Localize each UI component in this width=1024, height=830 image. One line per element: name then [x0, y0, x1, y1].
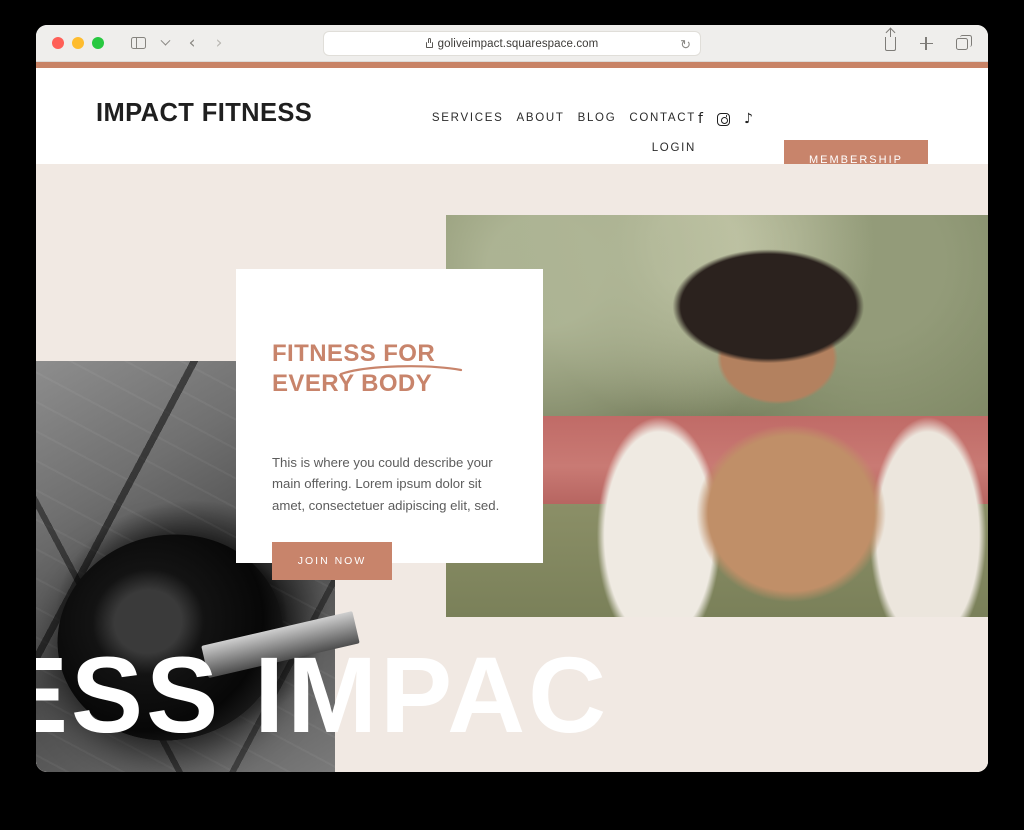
tab-overview-icon[interactable] — [950, 32, 974, 56]
tiktok-icon[interactable]: ♪ — [744, 112, 753, 126]
share-icon[interactable] — [878, 27, 902, 56]
underline-swoosh-icon — [339, 365, 463, 376]
web-page: IMPACT FITNESS SERVICES ABOUT BLOG CONTACT L… — [36, 62, 988, 772]
hero-card: FITNESS FOR EVERY BODY This is where you… — [236, 269, 543, 581]
nav-item-blog[interactable]: BLOG — [578, 112, 617, 124]
hero-title: FITNESS FOR EVERY BODY — [272, 309, 507, 430]
nav-item-about[interactable]: ABOUT — [516, 112, 564, 124]
chrome-right-controls — [878, 25, 974, 62]
back-button[interactable]: ‹ — [180, 31, 204, 55]
url-text: goliveimpact.squarespace.com — [437, 37, 599, 50]
reload-icon[interactable]: ↻ — [680, 37, 691, 53]
screenshot-stage: ‹ › goliveimpact.squarespace.com ↻ IMPAC… — [0, 0, 1024, 830]
nav-item-login[interactable]: LOGIN — [652, 142, 696, 154]
nav-item-services[interactable]: SERVICES — [432, 112, 504, 124]
browser-window: ‹ › goliveimpact.squarespace.com ↻ IMPAC… — [36, 25, 988, 772]
marquee-text: ESS IMPAC — [36, 633, 610, 755]
maximize-window-button[interactable] — [92, 37, 104, 49]
url-text-wrapper: goliveimpact.squarespace.com — [425, 37, 599, 50]
photo-subject — [554, 247, 988, 617]
forward-icon: › — [215, 32, 223, 53]
chrome-nav-controls: ‹ › — [126, 31, 231, 55]
social-links: f ♪ — [698, 112, 753, 126]
plus-icon[interactable] — [914, 32, 938, 56]
chevron-down-icon[interactable] — [153, 31, 177, 55]
marquee-banner: ESS IMPAC — [36, 617, 988, 772]
primary-nav: SERVICES ABOUT BLOG CONTACT LOGIN — [406, 102, 696, 161]
traffic-lights — [52, 37, 104, 49]
lock-icon — [425, 37, 433, 48]
forward-button[interactable]: › — [207, 31, 231, 55]
address-bar[interactable]: goliveimpact.squarespace.com ↻ — [323, 31, 701, 56]
sidebar-toggle-icon[interactable] — [126, 31, 150, 55]
browser-chrome: ‹ › goliveimpact.squarespace.com ↻ — [36, 25, 988, 62]
site-logo[interactable]: IMPACT FITNESS — [96, 99, 312, 128]
instagram-icon[interactable] — [716, 112, 730, 126]
close-window-button[interactable] — [52, 37, 64, 49]
hero-body-text: This is where you could describe your ma… — [272, 454, 500, 513]
facebook-icon[interactable]: f — [698, 112, 703, 126]
site-header: IMPACT FITNESS SERVICES ABOUT BLOG CONTACT L… — [36, 68, 988, 179]
back-icon: ‹ — [188, 32, 196, 53]
minimize-window-button[interactable] — [72, 37, 84, 49]
nav-item-contact[interactable]: CONTACT — [629, 112, 696, 124]
hero-section: ESS IMPAC FITNESS FOR EVERY BODY This is… — [36, 164, 988, 772]
join-now-button[interactable]: JOIN NOW — [272, 542, 392, 581]
